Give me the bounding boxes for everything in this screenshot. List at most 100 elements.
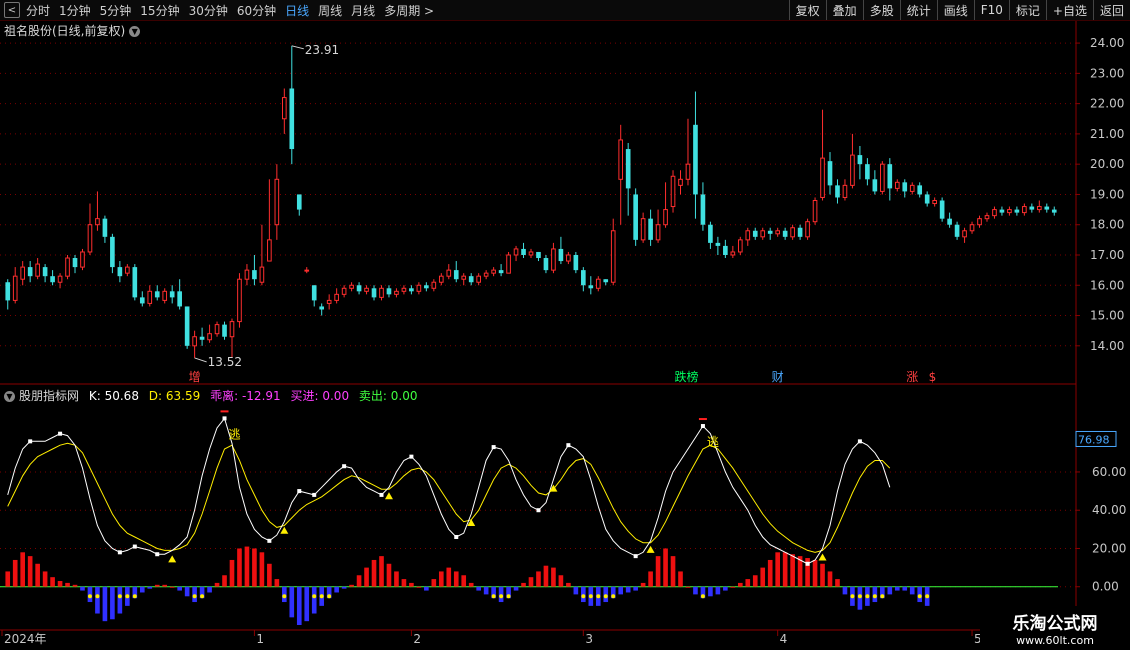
oversold-dot <box>880 594 885 599</box>
deviation-bar <box>723 586 728 591</box>
chart-canvas[interactable]: 14.0015.0016.0017.0018.0019.0020.0021.00… <box>0 0 1130 650</box>
candle-body <box>1029 206 1035 210</box>
oversold-dot <box>200 594 205 599</box>
price-tick-label: 20.00 <box>1090 157 1124 171</box>
candle-body <box>259 266 265 283</box>
candle-body <box>984 215 990 220</box>
candle-body <box>633 194 638 240</box>
candle-body <box>169 291 175 298</box>
candle-body <box>364 287 369 292</box>
deviation-bar <box>835 579 840 587</box>
k-marker <box>633 554 638 559</box>
deviation-bar <box>259 552 265 587</box>
price-tick-label: 21.00 <box>1090 127 1124 141</box>
candle-body <box>177 291 182 307</box>
deviation-bar <box>438 571 444 587</box>
deviation-bar <box>162 584 168 587</box>
price-axis: 14.00 15.00 16.00 17.00 18.00 19.00 20.00 21.00… <box>1076 36 1124 353</box>
deviation-bar <box>476 586 481 591</box>
buy-triangle <box>384 492 393 500</box>
deviation-bar <box>147 586 153 589</box>
deviation-bar <box>767 559 773 587</box>
candle-body <box>752 230 758 237</box>
deviation-bar <box>27 556 33 587</box>
price-tick-label: 24.00 <box>1090 36 1124 50</box>
buy-triangle <box>168 555 177 563</box>
chevron-down-icon[interactable]: ▼ <box>129 26 141 37</box>
candle-body <box>296 194 302 210</box>
k-marker <box>132 544 137 549</box>
candle-body <box>655 224 661 241</box>
candle-body <box>812 200 818 223</box>
deviation-bar <box>618 586 624 595</box>
deviation-bar <box>887 586 893 595</box>
candle-body <box>401 287 407 292</box>
oversold-dot <box>327 594 332 599</box>
candle-body <box>603 279 609 283</box>
deviation-bar <box>244 546 250 587</box>
watermark: 乐淘公式网 www.60lt.com <box>980 606 1130 650</box>
candle-body <box>797 227 803 237</box>
candle-body <box>162 290 168 301</box>
candle-body <box>244 269 250 280</box>
candle-body <box>715 242 721 246</box>
k-marker <box>28 439 33 444</box>
event-marker[interactable]: $ <box>929 370 937 384</box>
candle-body <box>640 218 646 241</box>
deviation-bar <box>737 582 743 587</box>
oversold-dot <box>917 594 922 599</box>
price-tick-label: 19.00 <box>1090 187 1124 201</box>
deviation-bar <box>521 582 526 587</box>
deviation-bars <box>0 546 1058 625</box>
deviation-bar <box>453 571 459 587</box>
deviation-bar <box>416 586 422 588</box>
oversold-dot <box>312 594 317 599</box>
chevron-down-icon[interactable]: ▼ <box>4 391 15 402</box>
deviation-bar <box>364 567 369 587</box>
deviation-bar <box>311 586 317 614</box>
oversold-dot <box>117 594 122 599</box>
deviation-bar <box>214 582 220 587</box>
deviation-bar <box>827 571 833 587</box>
candle-body <box>431 281 437 289</box>
candle-body <box>760 230 766 238</box>
high-price-label: 23.91 <box>305 43 339 57</box>
candle-body <box>139 297 145 304</box>
k-marker <box>805 561 810 566</box>
candle-body <box>573 254 579 271</box>
k-marker <box>267 538 272 543</box>
deviation-bar <box>670 556 676 587</box>
candle-body <box>528 251 534 256</box>
k-marker <box>155 552 160 557</box>
deviation-bar <box>633 586 638 591</box>
deviation-bar <box>625 586 631 593</box>
candle-body <box>1044 206 1050 210</box>
event-marker[interactable]: 财 <box>772 370 784 384</box>
event-marker[interactable]: 跌榜 <box>675 369 699 384</box>
candle-body <box>790 227 795 238</box>
indicator-tick-label: 60.00 <box>1092 465 1126 479</box>
event-marker[interactable]: 增 <box>189 370 201 384</box>
deviation-bar <box>80 586 85 591</box>
candle-body <box>117 267 123 277</box>
candle-body <box>498 270 504 274</box>
candle-body <box>409 288 414 292</box>
deviation-bar <box>334 586 339 593</box>
deviation-bar <box>42 571 48 587</box>
deviation-bar <box>177 586 182 591</box>
deviation-bar <box>715 586 721 595</box>
candle-body <box>35 263 40 277</box>
high-pointer <box>291 45 304 50</box>
deviation-bar <box>730 586 736 588</box>
event-marker[interactable]: 涨 <box>906 369 918 384</box>
candle-body <box>932 200 937 205</box>
candle-body <box>625 149 631 189</box>
deviation-bar <box>394 571 399 587</box>
candle-body <box>962 230 967 238</box>
candle-body <box>87 224 93 253</box>
candle-body <box>730 251 736 256</box>
oversold-dot <box>319 594 324 599</box>
indicator-tick-label: 20.00 <box>1092 541 1126 555</box>
escape-signal-label: 逃 <box>707 435 719 449</box>
deviation-bar <box>65 582 70 587</box>
